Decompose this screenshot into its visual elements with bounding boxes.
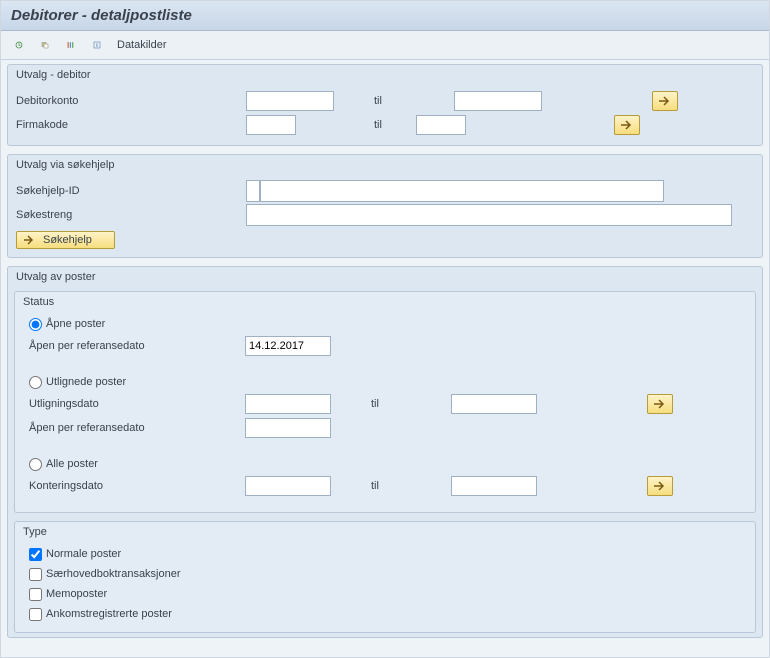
label-debitorkonto: Debitorkonto [16, 95, 246, 107]
utligningsdato-from-input[interactable] [245, 394, 331, 414]
radio-cleared-poster-label: Utlignede poster [46, 376, 126, 388]
row-open-refdate: Åpen per referansedato [29, 334, 747, 358]
body: Utvalg - debitor Debitorkonto til Firmak… [1, 60, 769, 650]
inner-group-status: Status Åpne poster Åpen per referansedat… [14, 291, 756, 513]
til-label: til [334, 95, 454, 107]
type-title: Type [15, 522, 755, 542]
radio-cleared-poster[interactable]: Utlignede poster [29, 372, 747, 392]
multiselect-konteringsdato-button[interactable] [647, 476, 673, 496]
debitorkonto-to-input[interactable] [454, 91, 542, 111]
toolbar: i Datakilder [1, 31, 769, 60]
row-cleared-refdate: Åpen per referansedato [29, 416, 747, 440]
radio-all-poster[interactable]: Alle poster [29, 454, 747, 474]
check-normale[interactable]: Normale poster [29, 544, 747, 564]
group-debitor: Utvalg - debitor Debitorkonto til Firmak… [7, 64, 763, 146]
titlebar: Debitorer - detaljpostliste [1, 1, 769, 31]
check-normale-input[interactable] [29, 548, 42, 561]
til-label: til [331, 398, 451, 410]
debitorkonto-from-input[interactable] [246, 91, 334, 111]
group-poster-title: Utvalg av poster [8, 267, 762, 287]
arrow-right-icon [23, 234, 35, 246]
check-saer-label: Særhovedboktransaksjoner [46, 568, 181, 580]
status-title: Status [15, 292, 755, 312]
label-utligningsdato: Utligningsdato [29, 398, 245, 410]
group-debitor-title: Utvalg - debitor [8, 65, 762, 85]
radio-cleared-poster-input[interactable] [29, 376, 42, 389]
check-saer[interactable]: Særhovedboktransaksjoner [29, 564, 747, 584]
sokehjelp-id-input[interactable] [246, 180, 260, 202]
group-sokehjelp: Utvalg via søkehjelp Søkehjelp-ID Søkest… [7, 154, 763, 258]
label-konteringsdato: Konteringsdato [29, 480, 245, 492]
group-poster: Utvalg av poster Status Åpne poster Åpen… [7, 266, 763, 638]
check-ankomst[interactable]: Ankomstregistrerte poster [29, 604, 747, 624]
row-debitorkonto: Debitorkonto til [16, 89, 754, 113]
group-sokehjelp-title: Utvalg via søkehjelp [8, 155, 762, 175]
multiselect-utligningsdato-button[interactable] [647, 394, 673, 414]
sokehjelp-button-label: Søkehjelp [43, 234, 92, 246]
label-firmakode: Firmakode [16, 119, 246, 131]
label-sokestreng: Søkestreng [16, 209, 246, 221]
cleared-refdate-input[interactable] [245, 418, 331, 438]
konteringsdato-from-input[interactable] [245, 476, 331, 496]
sokehjelp-button[interactable]: Søkehjelp [16, 231, 115, 249]
sokestreng-input[interactable] [246, 204, 732, 226]
row-utligningsdato: Utligningsdato til [29, 392, 747, 416]
multiselect-debitorkonto-button[interactable] [652, 91, 678, 111]
firmakode-from-input[interactable] [246, 115, 296, 135]
til-label: til [296, 119, 416, 131]
utligningsdato-to-input[interactable] [451, 394, 537, 414]
check-memo[interactable]: Memoposter [29, 584, 747, 604]
label-cleared-refdate: Åpen per referansedato [29, 422, 245, 434]
radio-all-poster-input[interactable] [29, 458, 42, 471]
radio-all-poster-label: Alle poster [46, 458, 98, 470]
check-saer-input[interactable] [29, 568, 42, 581]
label-open-refdate: Åpen per referansedato [29, 340, 245, 352]
radio-open-poster[interactable]: Åpne poster [29, 314, 747, 334]
row-firmakode: Firmakode til [16, 113, 754, 137]
multiselect-firmakode-button[interactable] [614, 115, 640, 135]
check-normale-label: Normale poster [46, 548, 121, 560]
page-title: Debitorer - detaljpostliste [11, 7, 759, 24]
inner-group-type: Type Normale poster Særhovedboktransaksj… [14, 521, 756, 633]
til-label: til [331, 480, 451, 492]
konteringsdato-to-input[interactable] [451, 476, 537, 496]
radio-open-poster-input[interactable] [29, 318, 42, 331]
datakilder-button[interactable]: Datakilder [117, 39, 167, 51]
firmakode-to-input[interactable] [416, 115, 466, 135]
check-ankomst-label: Ankomstregistrerte poster [46, 608, 172, 620]
check-memo-label: Memoposter [46, 588, 107, 600]
dynamic-select-icon[interactable] [61, 35, 81, 55]
row-sokehjelp-id: Søkehjelp-ID [16, 179, 754, 203]
check-memo-input[interactable] [29, 588, 42, 601]
radio-open-poster-label: Åpne poster [46, 318, 105, 330]
info-icon[interactable]: i [87, 35, 107, 55]
check-ankomst-input[interactable] [29, 608, 42, 621]
row-konteringsdato: Konteringsdato til [29, 474, 747, 498]
execute-icon[interactable] [9, 35, 29, 55]
app-window: Debitorer - detaljpostliste i Datakilder… [0, 0, 770, 658]
open-refdate-input[interactable] [245, 336, 331, 356]
sokehjelp-id-desc-input[interactable] [260, 180, 664, 202]
variant-icon[interactable] [35, 35, 55, 55]
row-sokestreng: Søkestreng [16, 203, 754, 227]
label-sokehjelp-id: Søkehjelp-ID [16, 185, 246, 197]
